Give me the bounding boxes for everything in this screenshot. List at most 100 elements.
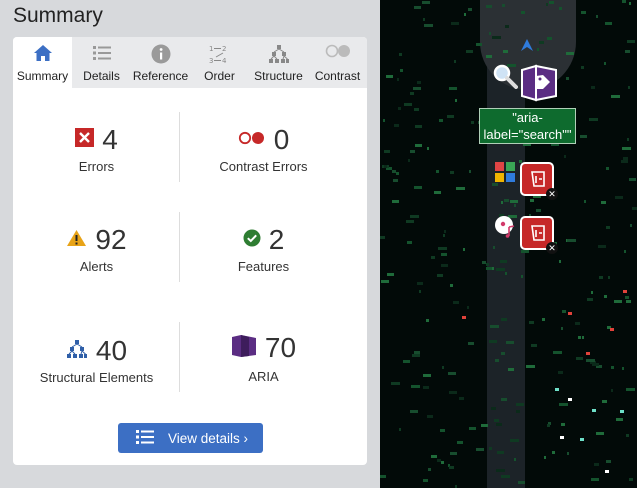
background-dot xyxy=(567,239,576,242)
background-dot xyxy=(397,78,399,81)
error-overlay-icon-2[interactable]: ✕ xyxy=(520,216,558,254)
errors-label: Errors xyxy=(78,159,115,174)
background-dot xyxy=(442,366,444,369)
view-details-button[interactable]: View details › xyxy=(118,423,263,453)
background-dot xyxy=(398,107,401,110)
background-dot xyxy=(417,81,421,84)
background-dot xyxy=(581,66,584,69)
background-dot xyxy=(438,247,447,250)
background-dot xyxy=(423,374,431,377)
background-dot xyxy=(496,469,505,472)
background-dot xyxy=(621,160,628,163)
background-dot xyxy=(501,201,503,204)
background-dot xyxy=(427,415,433,418)
tab-contrast[interactable]: Contrast xyxy=(308,37,367,88)
background-dot xyxy=(559,260,561,263)
background-dot xyxy=(396,172,399,175)
background-dot xyxy=(628,86,630,89)
background-dot xyxy=(423,386,429,389)
tab-order[interactable]: 1 2 3 4 Order xyxy=(190,37,249,88)
error-icon xyxy=(75,128,95,152)
background-dot xyxy=(611,366,614,369)
background-dot xyxy=(604,62,606,65)
tab-structure[interactable]: Structure xyxy=(249,37,308,88)
background-dot xyxy=(439,119,443,122)
aria-count: 70 xyxy=(264,332,297,363)
features-stat[interactable]: 2 Features xyxy=(180,223,347,274)
background-dot xyxy=(489,32,491,35)
list-icon xyxy=(136,429,154,448)
background-dot xyxy=(505,25,509,28)
background-dot xyxy=(469,427,476,430)
tab-summary[interactable]: Summary xyxy=(13,37,72,88)
background-dot xyxy=(553,351,562,354)
background-dot xyxy=(561,423,565,426)
background-dot xyxy=(539,41,544,44)
structural-elements-stat[interactable]: 40 Structural Elements xyxy=(13,334,180,385)
background-dot xyxy=(630,224,632,227)
background-dot xyxy=(591,478,599,481)
tab-label: Order xyxy=(204,69,235,83)
background-dot xyxy=(454,60,456,63)
background-dot xyxy=(500,260,507,263)
background-dot xyxy=(598,245,606,248)
background-dot xyxy=(486,5,492,8)
features-label: Features xyxy=(237,259,290,274)
tab-reference[interactable]: Reference xyxy=(131,37,190,88)
background-light xyxy=(586,352,590,355)
arrow-up-icon[interactable] xyxy=(520,38,534,57)
background-dot xyxy=(414,186,422,189)
background-dot xyxy=(411,385,420,388)
background-dot xyxy=(423,479,428,482)
background-dot xyxy=(632,207,637,210)
background-dot xyxy=(510,439,519,442)
background-dot xyxy=(493,246,495,249)
error-overlay-icon[interactable]: ✕ xyxy=(520,162,558,200)
background-dot xyxy=(492,36,501,39)
background-dot xyxy=(450,284,453,287)
background-dot xyxy=(629,2,631,5)
background-dot xyxy=(494,419,499,422)
background-dot xyxy=(436,170,439,173)
background-dot xyxy=(486,263,489,266)
background-dot xyxy=(626,300,631,303)
background-dot xyxy=(580,135,587,138)
features-count: 2 xyxy=(268,224,285,255)
aria-stat[interactable]: 70 ARIA xyxy=(180,329,347,384)
background-dot xyxy=(414,108,419,111)
aria-icon xyxy=(231,334,257,363)
contrast-errors-count: 0 xyxy=(273,124,290,155)
tile-grid-icon[interactable] xyxy=(494,161,516,188)
background-dot xyxy=(625,50,630,53)
background-dot xyxy=(437,459,441,462)
background-dot xyxy=(502,4,505,7)
background-dot xyxy=(546,3,548,6)
search-icon[interactable] xyxy=(492,63,518,94)
background-dot xyxy=(415,144,422,147)
contrast-errors-stat[interactable]: 0 Contrast Errors xyxy=(180,123,347,174)
background-dot xyxy=(547,424,550,427)
background-dot xyxy=(449,391,457,394)
background-dot xyxy=(412,354,420,357)
tab-details[interactable]: Details xyxy=(72,37,131,88)
background-dot xyxy=(450,452,457,455)
background-dot xyxy=(451,22,459,25)
alerts-stat[interactable]: 92 Alerts xyxy=(13,223,180,274)
background-dot xyxy=(587,298,593,301)
background-dot xyxy=(489,340,497,343)
aria-tag-icon[interactable] xyxy=(520,64,558,107)
music-note-icon[interactable] xyxy=(494,215,518,244)
background-dot xyxy=(450,171,454,174)
background-dot xyxy=(441,461,444,464)
background-dot xyxy=(441,264,448,267)
background-dot xyxy=(624,250,626,253)
errors-stat[interactable]: 4 Errors xyxy=(13,123,180,174)
background-dot xyxy=(410,215,419,218)
background-dot xyxy=(448,372,456,375)
contrast-error-icon xyxy=(238,131,266,150)
background-dot xyxy=(414,351,420,354)
background-light xyxy=(462,316,466,319)
background-light xyxy=(560,436,564,439)
background-dot xyxy=(547,37,552,40)
background-dot xyxy=(392,170,396,173)
